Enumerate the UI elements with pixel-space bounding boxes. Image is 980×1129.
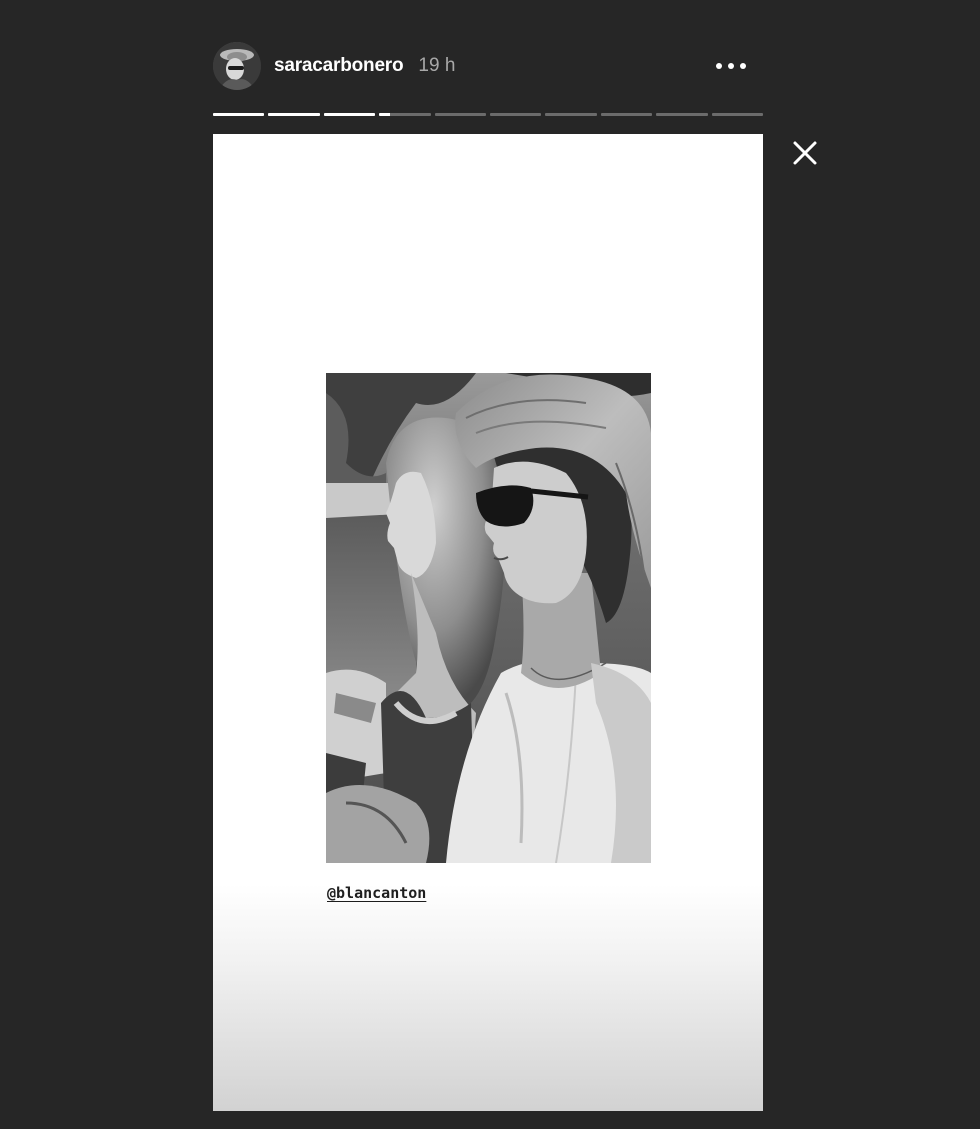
progress-segment [268, 113, 320, 116]
story-progress-bar [213, 113, 764, 116]
story-viewer: saracarbonero 19 h @blancanton [0, 0, 980, 1129]
progress-segment [434, 113, 487, 116]
more-horizontal-icon[interactable] [711, 52, 751, 80]
progress-segment [600, 113, 653, 116]
progress-segment [213, 113, 265, 116]
progress-segment [656, 113, 708, 116]
progress-segment [545, 113, 597, 116]
profile-avatar[interactable] [213, 42, 261, 90]
username[interactable]: saracarbonero [274, 55, 404, 77]
story-content[interactable]: @blancanton [213, 134, 763, 1111]
story-photo [326, 373, 651, 863]
progress-segment-fill [268, 113, 320, 116]
progress-segment [490, 113, 542, 116]
progress-segment [711, 113, 764, 116]
progress-segment-fill [379, 113, 390, 116]
timestamp: 19 h [418, 55, 456, 76]
mention-link[interactable]: @blancanton [327, 884, 426, 902]
close-icon[interactable] [789, 137, 821, 169]
progress-segment [379, 113, 431, 116]
story-header: saracarbonero 19 h [213, 40, 763, 92]
progress-segment-fill [323, 113, 376, 116]
progress-segment [323, 113, 376, 116]
progress-segment-fill [213, 113, 265, 116]
